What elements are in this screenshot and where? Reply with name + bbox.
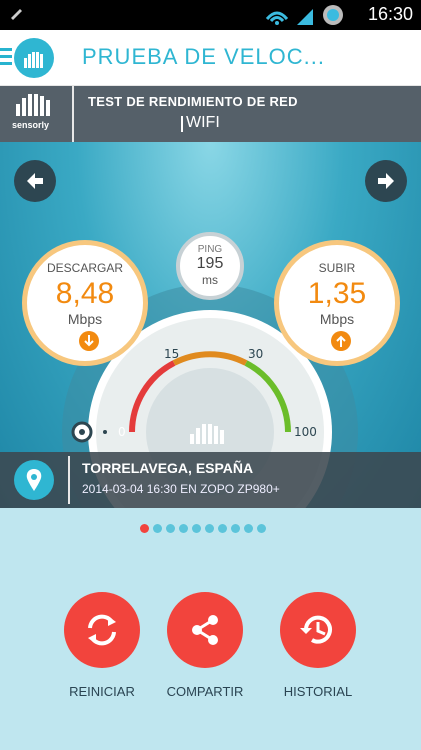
page-dot-active[interactable] — [140, 524, 149, 533]
page-dot[interactable] — [153, 524, 162, 533]
refresh-icon — [88, 614, 116, 646]
status-bar: 16:30 — [0, 0, 421, 30]
history-circle[interactable] — [280, 592, 356, 668]
test-title: TEST DE RENDIMIENTO DE RED — [88, 94, 298, 109]
gauge-tick-0: 0 — [118, 425, 126, 439]
previous-button[interactable] — [14, 160, 56, 202]
page-dot[interactable] — [192, 524, 201, 533]
network-type: WIFI — [181, 114, 220, 132]
history-label[interactable]: HISTORIAL — [268, 684, 368, 699]
actions-panel: REINICIAR COMPARTIR HISTORIAL — [0, 508, 421, 750]
page-title: PRUEBA DE VELOC... — [82, 44, 325, 69]
page-dot[interactable] — [218, 524, 227, 533]
share-circle[interactable] — [167, 592, 243, 668]
upload-arrow-icon — [331, 331, 351, 351]
restart-circle[interactable] — [64, 592, 140, 668]
download-arrow-icon — [79, 331, 99, 351]
restart-button[interactable]: REINICIAR — [52, 592, 152, 699]
ping-value: 195 — [196, 255, 224, 272]
upload-value: 1,35 — [307, 277, 367, 310]
share-icon — [192, 615, 218, 645]
restart-label[interactable]: REINICIAR — [52, 684, 152, 699]
app-bar: PRUEBA DE VELOC... — [0, 30, 421, 86]
results-panel: 0 15 30 100 DESCARGAR 8,48 Mbps PING 195… — [0, 142, 421, 508]
sensorly-bars-icon — [16, 94, 50, 116]
page-dot[interactable] — [257, 524, 266, 533]
share-label[interactable]: COMPARTIR — [155, 684, 255, 699]
brand-block: sensorly — [0, 86, 74, 142]
test-meta: 2014-03-04 16:30 EN ZOPO ZP980+ — [82, 482, 280, 496]
clock: 16:30 — [367, 4, 413, 24]
ping-result: PING 195 ms — [176, 232, 244, 300]
ping-label: PING — [197, 244, 223, 255]
history-icon — [300, 615, 332, 644]
page-dot[interactable] — [166, 524, 175, 533]
history-button[interactable]: HISTORIAL — [268, 592, 368, 699]
upload-unit: Mbps — [319, 311, 355, 327]
download-label: DESCARGAR — [46, 261, 123, 275]
menu-icon[interactable] — [0, 48, 12, 70]
gauge-tick-15: 15 — [164, 347, 179, 361]
download-result: DESCARGAR 8,48 Mbps — [22, 240, 148, 366]
notification-icon — [8, 6, 24, 26]
download-value: 8,48 — [55, 277, 115, 310]
page-dot[interactable] — [244, 524, 253, 533]
wifi-icon — [265, 11, 289, 25]
signal-icon — [297, 9, 313, 25]
page-indicator — [140, 518, 270, 533]
arrow-left-icon — [27, 173, 43, 189]
page-dot[interactable] — [231, 524, 240, 533]
page-dot[interactable] — [179, 524, 188, 533]
test-header: sensorly TEST DE RENDIMIENTO DE RED WIFI — [0, 86, 421, 142]
divider — [68, 456, 70, 504]
ping-unit: ms — [202, 273, 218, 287]
status-icons — [263, 3, 353, 31]
brand-name: sensorly — [12, 120, 50, 130]
upload-result: SUBIR 1,35 Mbps — [274, 240, 400, 366]
page-dot[interactable] — [205, 524, 214, 533]
location-bar[interactable]: TORRELAVEGA, ESPAÑA 2014-03-04 16:30 EN … — [0, 452, 421, 508]
gauge-tick-100: 100 — [294, 425, 317, 439]
upload-label: SUBIR — [318, 261, 356, 275]
sensorly-logo-icon[interactable] — [14, 38, 54, 78]
arrow-right-icon — [378, 173, 394, 189]
download-unit: Mbps — [67, 311, 103, 327]
share-button[interactable]: COMPARTIR — [155, 592, 255, 699]
gauge-tick-30: 30 — [248, 347, 263, 361]
battery-icon — [323, 5, 343, 25]
location-pin-icon[interactable] — [14, 460, 54, 500]
location-city: TORRELAVEGA, ESPAÑA — [82, 460, 254, 476]
next-button[interactable] — [365, 160, 407, 202]
